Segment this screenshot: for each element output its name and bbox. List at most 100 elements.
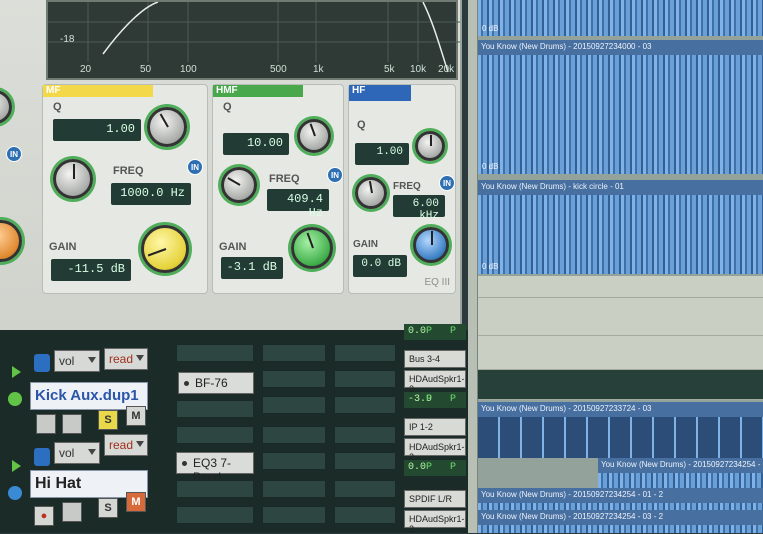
send-slot[interactable] [262,506,326,524]
mute-button[interactable]: M [126,406,146,426]
eq-frequency-graph[interactable]: -18 20 50 100 500 1k 5k 10k 20k [46,0,460,80]
freq-knob[interactable] [355,177,387,209]
record-button[interactable] [36,414,56,434]
mute-button[interactable]: M [126,492,146,512]
gain-knob[interactable] [141,225,189,273]
pan-readout[interactable]: 0.0 P P [404,460,466,476]
track-expand-icon[interactable] [8,364,24,380]
send-slot[interactable] [334,480,396,498]
output-selector[interactable]: HDAudSpkr1-2 [404,438,466,462]
q-knob[interactable] [297,119,331,153]
audio-clip[interactable]: You Know (New Drums) - 20150927234254 - … [598,458,763,488]
solo-button[interactable]: S [98,410,118,430]
q-value-display[interactable]: 1.00 [355,143,409,165]
graph-db-label: -18 [60,34,75,45]
q-value-display[interactable]: 1.00 [53,119,141,141]
send-slot[interactable] [334,396,396,414]
automation-icon[interactable] [8,392,24,408]
audio-clip[interactable]: You Know (New Drums) - kick circle - 01 [478,180,763,274]
input-selector[interactable]: Bus 3-4 [404,350,466,368]
input-monitor-button[interactable] [62,414,82,434]
send-slot[interactable] [262,370,326,388]
automation-mode-icon[interactable] [34,354,50,372]
send-slot[interactable] [262,396,326,414]
send-slot[interactable] [262,344,326,362]
solo-button[interactable]: S [98,498,118,518]
gain-label: GAIN [219,241,247,253]
send-slot[interactable] [262,480,326,498]
left-band-q-knob[interactable] [0,90,12,124]
send-slot[interactable] [334,344,396,362]
freq-knob[interactable] [53,159,93,199]
empty-track-lane[interactable] [478,370,763,400]
insert-plugin[interactable]: BF-76 [178,372,254,394]
audio-clip[interactable] [478,0,763,36]
gain-value-display[interactable]: -3.1 dB [221,257,283,279]
empty-track-lane[interactable] [478,276,763,298]
mix-edit-panel: vol read Kick Aux.dup1 S M BF-76 vol rea… [0,324,470,534]
gain-knob[interactable] [413,227,449,263]
band-in-button[interactable]: IN [327,167,343,183]
insert-slot[interactable] [176,344,254,362]
band-name: MF [46,85,61,96]
automation-read-label: read [109,352,134,366]
q-knob[interactable] [147,107,187,147]
track-expand-icon[interactable] [8,458,24,474]
audio-clip[interactable]: You Know (New Drums) - 20150927234000 - … [478,40,763,174]
clip-waveform [478,195,763,274]
left-band-gain-knob[interactable] [0,220,22,262]
pan-p-indicators: P P [425,462,462,473]
input-selector[interactable]: IP 1-2 [404,418,466,436]
pan-readout[interactable]: -3.9 P P [404,392,466,408]
volume-selector[interactable]: vol [54,350,100,372]
freq-value-display[interactable]: 1000.0 Hz [111,183,191,205]
insert-plugin[interactable]: EQ3 7-Band [176,452,254,484]
empty-track-lane[interactable] [478,336,763,370]
automation-read-selector[interactable]: read [104,434,148,456]
output-selector[interactable]: HDAudSpkr1-2 [404,510,466,534]
send-slot[interactable] [334,452,396,470]
input-selector[interactable]: SPDIF L/R [404,490,466,508]
clip-waveform [478,417,763,458]
insert-slot[interactable] [176,426,254,444]
send-slot[interactable] [334,506,396,524]
gain-value-display[interactable]: 0.0 dB [353,255,407,277]
gain-value-display[interactable]: -11.5 dB [51,259,131,281]
q-knob[interactable] [415,131,445,161]
insert-plugin-label: BF-76 [195,376,228,390]
insert-slot[interactable] [176,480,254,498]
clip-name: You Know (New Drums) - 20150927234254 - … [598,458,763,473]
freq-knob[interactable] [221,167,257,203]
left-band-in-button[interactable]: IN [6,146,22,162]
band-in-button[interactable]: IN [187,159,203,175]
audio-clip[interactable]: You Know (New Drums) - 20150927234254 - … [478,510,763,533]
clip-name: You Know (New Drums) - 20150927234000 - … [478,40,763,55]
empty-track-lane[interactable] [478,298,763,336]
record-button[interactable]: ● [34,506,54,526]
audio-clip[interactable]: You Know (New Drums) - 20150927234254 - … [478,488,763,510]
insert-dot-icon [182,461,187,466]
input-monitor-button[interactable] [62,502,82,522]
freq-value-display[interactable]: 409.4 Hz [267,189,329,220]
q-value-display[interactable]: 10.00 [223,133,289,155]
track-ruler [468,0,478,533]
automation-read-label: read [109,438,134,452]
send-slot[interactable] [334,426,396,444]
graph-freq-label: 10k [410,64,427,75]
volume-selector[interactable]: vol [54,442,100,464]
gain-knob[interactable] [291,227,333,269]
automation-icon[interactable] [8,486,24,502]
send-slot[interactable] [262,452,326,470]
insert-slot[interactable] [176,506,254,524]
output-selector[interactable]: HDAudSpkr1-2 [404,370,466,394]
automation-read-selector[interactable]: read [104,348,148,370]
freq-value-display[interactable]: 6.00 kHz [393,195,445,222]
band-in-button[interactable]: IN [439,175,455,191]
q-label: Q [357,119,366,131]
insert-slot[interactable] [176,400,254,418]
audio-clip[interactable]: You Know (New Drums) - 20150927233724 - … [478,402,763,458]
automation-mode-icon[interactable] [34,448,50,466]
send-slot[interactable] [334,370,396,388]
send-slot[interactable] [262,426,326,444]
pan-readout[interactable]: 0.0 P P [404,324,466,340]
